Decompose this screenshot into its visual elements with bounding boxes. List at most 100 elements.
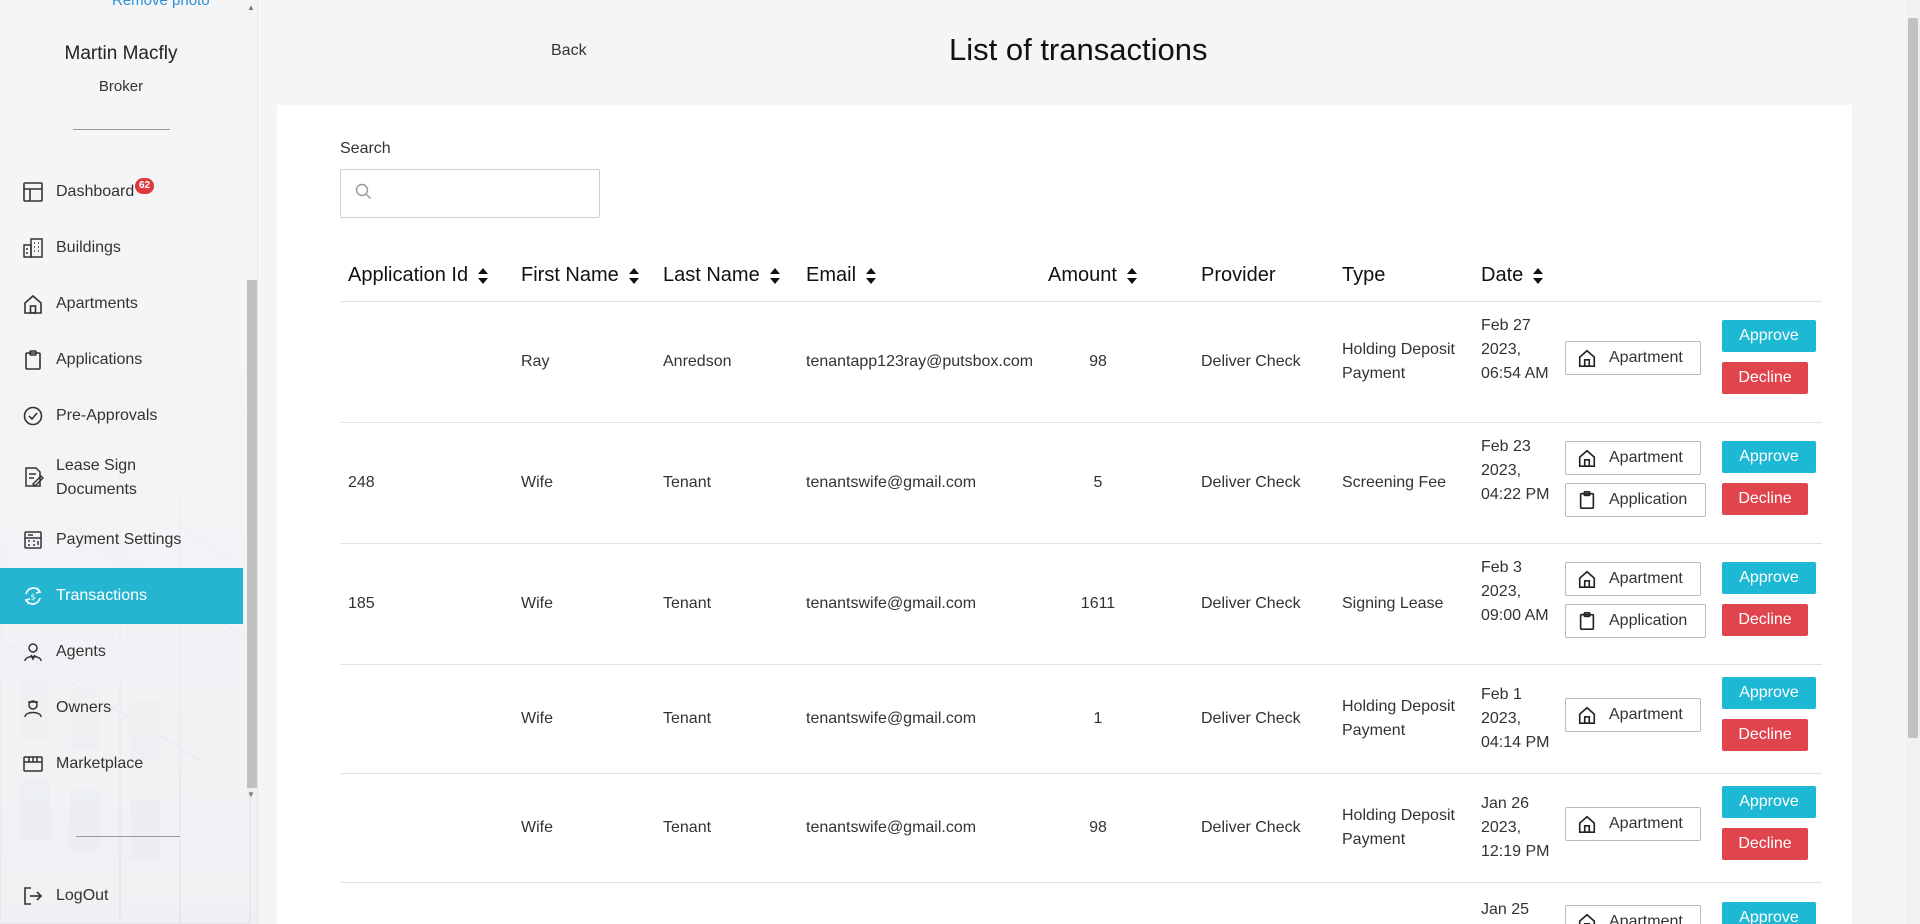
sidebar-item-pre-approvals[interactable]: Pre-Approvals [0,388,243,444]
home-icon [1577,912,1597,924]
application-link-label: Application [1609,612,1688,629]
cell-last-name: Tenant [663,819,712,836]
cell-first-name: Wife [521,474,553,491]
sidebar-item-buildings[interactable]: Buildings [0,220,243,276]
sort-icon[interactable] [477,267,489,285]
logout-button[interactable]: LogOut [0,868,243,924]
column-last-name[interactable]: Last Name [663,264,781,287]
sidebar-item-dashboard[interactable]: Dashboard 62 [0,164,243,220]
page-scrollbar[interactable] [1908,18,1918,738]
marketplace-icon [22,753,44,775]
sidebar-item-owners[interactable]: Owners [0,680,243,736]
column-provider: Provider [1201,264,1275,287]
sort-icon[interactable] [1532,267,1544,285]
decline-button[interactable]: Decline [1722,483,1808,515]
cell-provider: Deliver Check [1201,595,1301,612]
home-icon [1577,814,1597,834]
decline-button[interactable]: Decline [1722,604,1808,636]
sidebar-item-label: Dashboard [56,183,135,200]
apartment-link-label: Apartment [1609,706,1683,723]
sidebar-item-label: Apartments [56,295,138,312]
table-row: Ray Anredson tenantapp123ray@putsbox.com… [340,302,1822,423]
back-link[interactable]: Back [551,42,587,60]
sort-icon[interactable] [865,267,877,285]
apartment-link-label: Apartment [1609,570,1683,587]
cell-amount: 1611 [1080,595,1116,612]
sidebar-item-label: Buildings [56,239,121,256]
clipboard-icon [22,349,44,371]
logout-label: LogOut [56,887,109,904]
sidebar-item-agents[interactable]: Agents [0,624,243,680]
cell-email: tenantswife@gmail.com [806,474,977,491]
column-amount[interactable]: Amount [1048,264,1138,287]
column-application-id[interactable]: Application Id [348,264,489,287]
decline-button[interactable]: Decline [1722,719,1808,751]
cell-first-name: Wife [521,710,553,727]
home-icon [1577,705,1597,725]
profile-divider [73,129,170,130]
notification-badge: 62 [135,178,155,194]
check-circle-icon [22,405,44,427]
apartment-link-button[interactable]: Apartment [1565,807,1701,841]
decline-button[interactable]: Decline [1722,828,1808,860]
column-email[interactable]: Email [806,264,877,287]
cell-amount: 98 [1089,353,1107,370]
column-first-name[interactable]: First Name [521,264,640,287]
cell-first-name: Wife [521,595,553,612]
scroll-up-arrow-icon[interactable]: ▲ [247,3,255,12]
home-icon [1577,448,1597,468]
sidebar-item-apartments[interactable]: Apartments [0,276,243,332]
sidebar-item-payment-settings[interactable]: Payment Settings [0,512,243,568]
approve-button[interactable]: Approve [1722,320,1816,352]
cell-date: Feb 1 2023, 04:14 PM [1481,686,1550,751]
sidebar-item-label: Payment Settings [56,531,182,548]
cell-last-name: Anredson [663,353,732,370]
table-row: Wife Tenant tenantswife@gmail.com 1 Deli… [340,665,1822,774]
cell-type: Holding Deposit Payment [1342,341,1455,382]
apartment-link-button[interactable]: Apartment [1565,905,1701,924]
cell-email: tenantswife@gmail.com [806,595,977,612]
search-label: Search [340,140,391,157]
remove-photo-link[interactable]: Remove photo [112,0,210,9]
sidebar-item-transactions[interactable]: $ Transactions [0,568,243,624]
sort-icon[interactable] [769,267,781,285]
apartment-link-button[interactable]: Apartment [1565,562,1701,596]
scroll-down-arrow-icon[interactable]: ▼ [247,790,255,799]
column-label: Provider [1201,264,1276,286]
search-field[interactable] [340,169,600,218]
cell-amount: 1 [1093,710,1103,727]
approve-button[interactable]: Approve [1722,902,1816,924]
approve-button[interactable]: Approve [1722,562,1816,594]
approve-button[interactable]: Approve [1722,441,1816,473]
sidebar-item-lease-sign-documents[interactable]: Lease Sign Documents [0,444,243,512]
apartment-link-button[interactable]: Apartment [1565,341,1701,375]
application-link-button[interactable]: Application [1565,483,1706,517]
application-link-button[interactable]: Application [1565,604,1706,638]
search-input[interactable] [380,185,590,202]
profile-role: Broker [98,78,144,95]
cell-provider: Deliver Check [1201,819,1301,836]
cell-first-name: Ray [521,353,550,370]
decline-button[interactable]: Decline [1722,362,1808,394]
clipboard-icon [1577,490,1597,510]
sidebar-item-marketplace[interactable]: Marketplace [0,736,243,792]
approve-button[interactable]: Approve [1722,786,1816,818]
cell-provider: Deliver Check [1201,353,1301,370]
sidebar-item-label: Pre-Approvals [56,407,158,424]
column-date[interactable]: Date [1481,264,1544,287]
column-label: Last Name [663,264,760,286]
owner-icon [22,697,44,719]
sort-icon[interactable] [628,267,640,285]
column-label: Date [1481,264,1524,286]
apartment-link-button[interactable]: Apartment [1565,441,1701,475]
cell-last-name: Tenant [663,474,712,491]
sidebar-item-label: Owners [56,699,112,716]
cell-type: Signing Lease [1342,595,1444,612]
sidebar-scrollbar[interactable] [247,280,257,788]
logout-divider [76,836,180,837]
approve-button[interactable]: Approve [1722,677,1816,709]
application-link-label: Application [1609,491,1688,508]
sort-icon[interactable] [1126,267,1138,285]
apartment-link-button[interactable]: Apartment [1565,698,1701,732]
sidebar-item-applications[interactable]: Applications [0,332,243,388]
